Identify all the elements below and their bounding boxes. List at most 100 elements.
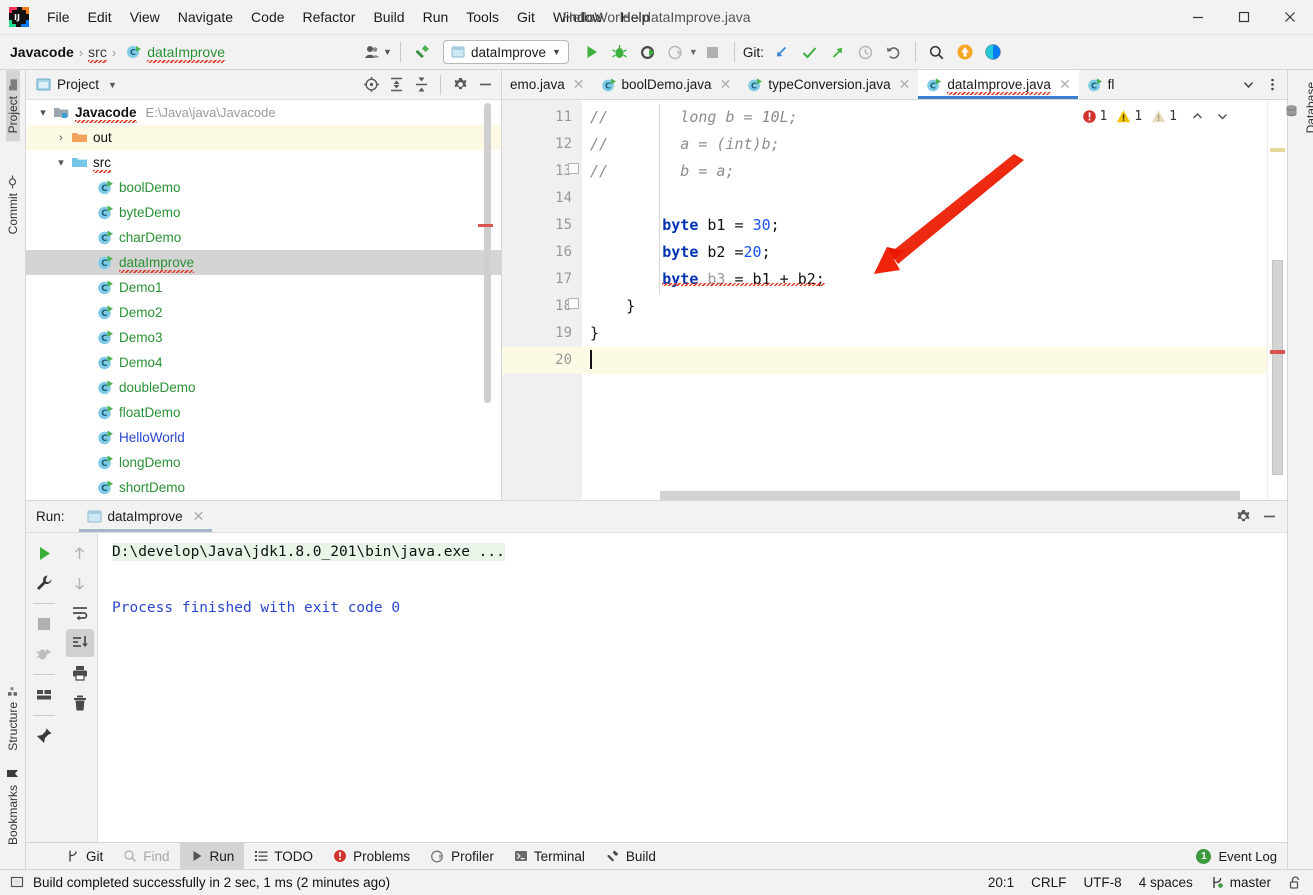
tree-row-helloworld[interactable]: C HelloWorld	[26, 425, 501, 450]
chevron-right-icon[interactable]: ›	[52, 132, 70, 144]
stop-icon[interactable]	[30, 610, 58, 638]
expand-all-icon[interactable]	[384, 73, 408, 97]
menu-run[interactable]: Run	[414, 0, 458, 34]
menu-view[interactable]: View	[121, 0, 169, 34]
toolwindow-todo[interactable]: TODO	[244, 843, 323, 869]
close-icon[interactable]: ✕	[573, 76, 585, 93]
editor-tab-typeconversion[interactable]: C typeConversion.java ✕	[739, 70, 918, 99]
toolwindow-run[interactable]: Run	[179, 843, 245, 869]
git-update-icon[interactable]	[769, 39, 795, 65]
menu-tools[interactable]: Tools	[457, 0, 508, 34]
ide-feature-icon[interactable]	[980, 39, 1006, 65]
toolwindow-problems[interactable]: Problems	[323, 843, 420, 869]
tree-row-demo1[interactable]: C Demo1	[26, 275, 501, 300]
tree-row-out[interactable]: › out	[26, 125, 501, 150]
scroll-to-end-icon[interactable]	[65, 629, 94, 657]
more-vertical-icon[interactable]	[1260, 73, 1284, 97]
project-tree-scrollbar[interactable]	[484, 103, 491, 403]
settings-gear-icon[interactable]	[448, 73, 472, 97]
editor-gutter[interactable]: 11 12 13 14 15 16 17 18 19 20	[502, 100, 582, 500]
tree-row-demo2[interactable]: C Demo2	[26, 300, 501, 325]
tree-row-demo4[interactable]: C Demo4	[26, 350, 501, 375]
trash-icon[interactable]	[66, 689, 94, 717]
editor-tab-emo[interactable]: emo.java ✕	[502, 70, 593, 99]
memory-indicator-icon[interactable]	[10, 875, 25, 890]
editor-tab-dataimprove[interactable]: C dataImprove.java ✕	[918, 70, 1079, 99]
run-icon[interactable]	[579, 39, 605, 65]
soft-wrap-icon[interactable]	[66, 599, 94, 627]
menu-file[interactable]: File	[38, 0, 79, 34]
tree-row-booldemo[interactable]: C boolDemo	[26, 175, 501, 200]
tree-row-shortdemo[interactable]: C shortDemo	[26, 475, 501, 500]
toolwindow-build[interactable]: Build	[595, 843, 666, 869]
run-console-output[interactable]: D:\develop\Java\jdk1.8.0_201\bin\java.ex…	[98, 533, 1287, 842]
resume-icon[interactable]	[30, 640, 58, 668]
toolwindow-find[interactable]: Find	[113, 843, 179, 869]
update-project-icon[interactable]	[952, 39, 978, 65]
editor-tab-booldemo[interactable]: C boolDemo.java ✕	[593, 70, 740, 99]
scrollbar-thumb[interactable]	[660, 491, 1240, 500]
caret-position[interactable]: 20:1	[988, 875, 1014, 890]
toolwindow-profiler[interactable]: Profiler	[420, 843, 504, 869]
tree-row-demo3[interactable]: C Demo3	[26, 325, 501, 350]
sidebar-item-database[interactable]: Database	[1284, 74, 1313, 141]
code-fold-icon[interactable]	[568, 163, 579, 174]
indent-setting[interactable]: 4 spaces	[1139, 875, 1193, 890]
close-icon[interactable]: ✕	[1059, 76, 1071, 93]
toolwindow-git[interactable]: Git	[56, 843, 113, 869]
hide-icon[interactable]	[473, 73, 497, 97]
minimize-button[interactable]	[1175, 0, 1221, 34]
print-icon[interactable]	[66, 659, 94, 687]
git-branch-widget[interactable]: master	[1210, 875, 1271, 890]
chevron-down-icon[interactable]	[1236, 73, 1260, 97]
hammer-build-icon[interactable]	[409, 39, 435, 65]
tree-row-src[interactable]: ▾ src	[26, 150, 501, 175]
file-encoding[interactable]: UTF-8	[1083, 875, 1121, 890]
maximize-button[interactable]	[1221, 0, 1267, 34]
run-configuration-selector[interactable]: dataImprove ▼	[442, 40, 569, 64]
git-history-icon[interactable]	[853, 39, 879, 65]
pin-icon[interactable]	[30, 722, 58, 750]
tree-row-chardemo[interactable]: C charDemo	[26, 225, 501, 250]
menu-build[interactable]: Build	[364, 0, 413, 34]
toolwindow-terminal[interactable]: Terminal	[504, 843, 595, 869]
close-button[interactable]	[1267, 0, 1313, 34]
warning-stripe-marker[interactable]	[1270, 148, 1285, 152]
menu-git[interactable]: Git	[508, 0, 544, 34]
tree-row-longdemo[interactable]: C longDemo	[26, 450, 501, 475]
close-icon[interactable]: ✕	[720, 76, 732, 93]
sidebar-item-project[interactable]: Project	[5, 70, 20, 142]
breadcrumb-item-file[interactable]: dataImprove	[147, 44, 225, 63]
up-arrow-icon[interactable]	[66, 539, 94, 567]
unlocked-icon[interactable]	[1288, 875, 1303, 890]
run-tab-dataimprove[interactable]: dataImprove ✕	[78, 501, 213, 532]
down-arrow-icon[interactable]	[66, 569, 94, 597]
wrench-settings-icon[interactable]	[30, 569, 58, 597]
user-avatar-icon[interactable]	[359, 39, 385, 65]
editor-horizontal-scrollbar[interactable]	[582, 491, 1263, 500]
chevron-down-icon[interactable]: ▼	[108, 80, 117, 90]
event-log-label[interactable]: Event Log	[1218, 849, 1277, 864]
sidebar-item-structure[interactable]: Structure	[6, 676, 20, 759]
settings-gear-icon[interactable]	[1231, 505, 1255, 529]
stop-icon[interactable]	[700, 39, 726, 65]
menu-navigate[interactable]: Navigate	[169, 0, 242, 34]
menu-refactor[interactable]: Refactor	[294, 0, 365, 34]
chevron-down-icon[interactable]: ▼	[689, 47, 698, 57]
editor-error-stripe[interactable]	[1267, 100, 1287, 500]
breadcrumb-item-project[interactable]: Javacode	[10, 44, 74, 60]
code-fold-icon[interactable]	[568, 298, 579, 309]
tree-row-javacode[interactable]: ▾ Javacode E:\Java\java\Javacode	[26, 100, 501, 125]
run-with-coverage-icon[interactable]	[635, 39, 661, 65]
close-icon[interactable]: ✕	[899, 76, 911, 93]
tree-row-dataimprove[interactable]: C dataImprove	[26, 250, 501, 275]
hide-icon[interactable]	[1257, 505, 1281, 529]
inspection-widget[interactable]: 1 1 1	[1078, 108, 1233, 125]
chevron-up-icon[interactable]	[1190, 109, 1205, 124]
git-rollback-icon[interactable]	[881, 39, 907, 65]
git-commit-icon[interactable]	[797, 39, 823, 65]
select-opened-file-icon[interactable]	[359, 73, 383, 97]
sidebar-item-bookmarks[interactable]: Bookmarks	[6, 759, 20, 853]
editor-tab-fl[interactable]: C fl	[1079, 70, 1127, 99]
code-editor[interactable]: 11 12 13 14 15 16 17 18 19 20 // long b …	[502, 100, 1287, 500]
